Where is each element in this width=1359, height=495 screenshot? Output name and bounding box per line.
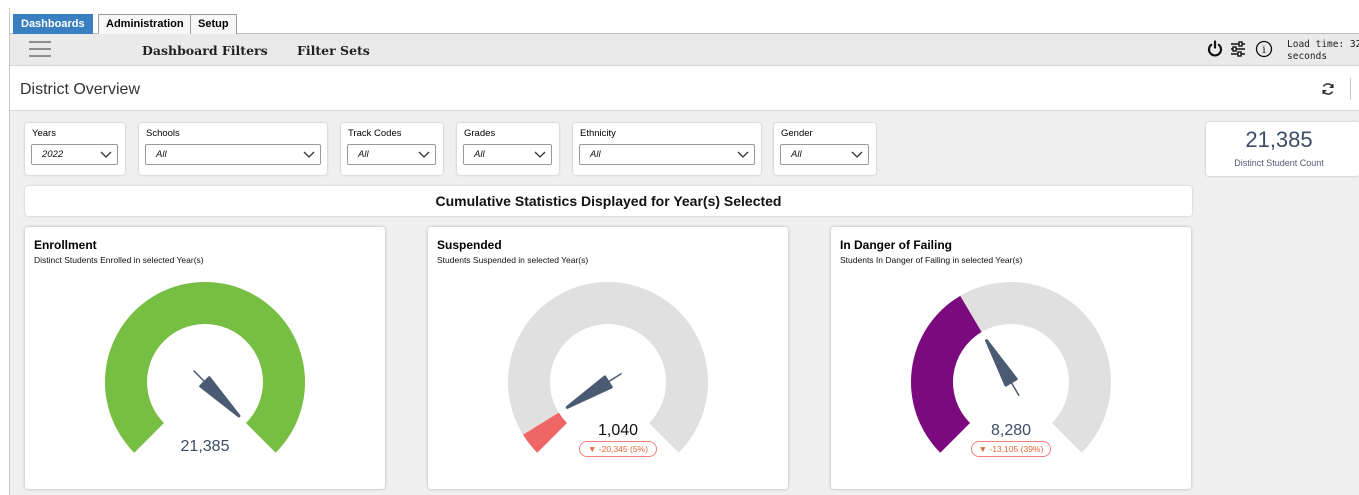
chevron-down-icon <box>851 151 863 158</box>
chevron-down-icon <box>303 151 315 158</box>
gauge-needle-tail <box>607 372 622 383</box>
info-icon[interactable]: i <box>1255 40 1273 58</box>
tab-strip: Dashboards Administration Setup <box>10 8 1359 34</box>
power-refresh-icon[interactable] <box>1206 40 1224 58</box>
filter-grades: Grades All <box>457 123 559 175</box>
gauge-needle-tail <box>193 370 206 383</box>
filter-label: Schools <box>146 128 180 139</box>
filter-label: Track Codes <box>348 128 402 139</box>
refresh-icon[interactable] <box>1321 82 1335 96</box>
distinct-student-count-kpi: 21,385 Distinct Student Count <box>1206 122 1359 176</box>
filter-value: All <box>358 149 369 160</box>
kpi-value: 21,385 <box>1245 127 1313 152</box>
tab-dashboards[interactable]: Dashboards <box>13 14 93 34</box>
tab-administration[interactable]: Administration <box>98 14 192 34</box>
ethnicity-select[interactable]: All <box>579 144 755 165</box>
filter-gender: Gender All <box>774 123 876 175</box>
filter-years: Years 2022 <box>25 123 125 175</box>
kpi-label: Distinct Student Count <box>1234 158 1324 168</box>
tab-setup[interactable]: Setup <box>190 14 237 34</box>
load-time-text: Load time: 32.3 seconds <box>1287 39 1359 63</box>
schools-select[interactable]: All <box>145 144 321 165</box>
gauge-value: 8,280 <box>990 422 1032 439</box>
dashboard-filters-button[interactable]: Dashboard Filters <box>142 43 268 58</box>
change-badge: ▼ -13,105 (39%) <box>971 441 1051 457</box>
gauge-fill <box>105 282 305 453</box>
header-divider <box>1350 78 1351 100</box>
change-badge: ▼ -20,345 (5%) <box>579 441 657 457</box>
gauge-needle <box>199 376 241 418</box>
banner-text: Cumulative Statistics Displayed for Year… <box>435 193 782 209</box>
filter-value: All <box>156 149 167 160</box>
gauge-needle <box>565 375 613 409</box>
chevron-down-icon <box>100 151 112 158</box>
svg-text:i: i <box>1262 45 1265 56</box>
filter-value: All <box>590 149 601 160</box>
sliders-icon[interactable] <box>1229 40 1247 58</box>
gauge-needle-tail <box>1010 381 1020 397</box>
page-title: District Overview <box>20 81 141 98</box>
load-time-line2: seconds <box>1287 51 1328 62</box>
statistics-banner: Cumulative Statistics Displayed for Year… <box>25 186 1192 216</box>
load-time-line1: Load time: 32.3 <box>1287 39 1359 50</box>
chevron-down-icon <box>737 151 749 158</box>
chevron-down-icon <box>534 151 546 158</box>
suspended-card: Suspended Students Suspended in selected… <box>428 227 788 489</box>
hamburger-menu-icon[interactable] <box>29 41 51 57</box>
filter-label: Years <box>32 128 56 139</box>
toolbar: Dashboard Filters Filter Sets i Load tim… <box>10 34 1359 66</box>
gender-select[interactable]: All <box>780 144 869 165</box>
gauge-value: 1,040 <box>597 422 639 439</box>
track-codes-select[interactable]: All <box>347 144 436 165</box>
enrollment-card: Enrollment Distinct Students Enrolled in… <box>25 227 385 489</box>
years-select[interactable]: 2022 <box>31 144 118 165</box>
filter-ethnicity: Ethnicity All <box>573 123 761 175</box>
filter-label: Gender <box>781 128 813 139</box>
danger-card: In Danger of Failing Students In Danger … <box>831 227 1191 489</box>
grades-select[interactable]: All <box>463 144 552 165</box>
filter-value: All <box>791 149 802 160</box>
page-header: District Overview <box>10 66 1359 111</box>
filter-label: Grades <box>464 128 496 139</box>
gauge-needle <box>985 339 1018 387</box>
filter-schools: Schools All <box>139 123 327 175</box>
filter-value: All <box>474 149 485 160</box>
filter-value: 2022 <box>42 149 64 160</box>
filter-track-codes: Track Codes All <box>341 123 443 175</box>
app-frame: Dashboards Administration Setup Dashboar… <box>9 8 1359 495</box>
filter-label: Ethnicity <box>580 128 616 139</box>
gauge-value: 21,385 <box>180 438 230 455</box>
chevron-down-icon <box>418 151 430 158</box>
filter-sets-button[interactable]: Filter Sets <box>297 43 370 58</box>
